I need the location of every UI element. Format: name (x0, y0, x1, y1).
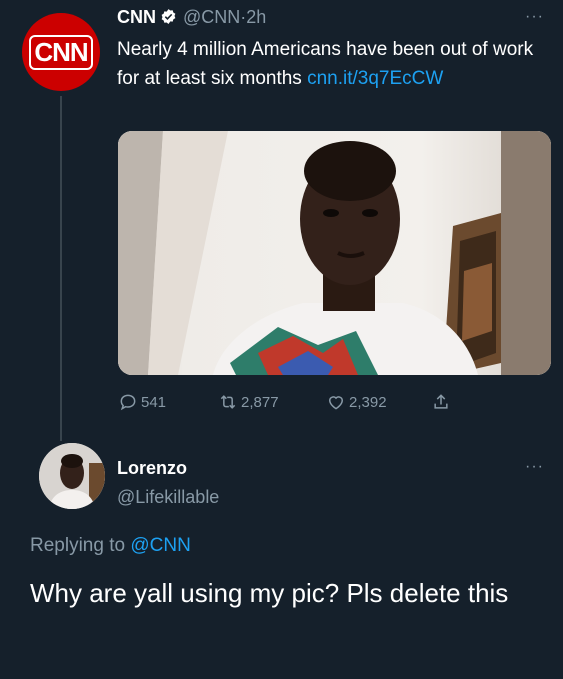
reply-icon (120, 394, 136, 411)
tweet-photo[interactable] (118, 131, 551, 375)
retweet-count: 2,877 (241, 393, 279, 411)
cnn-avatar[interactable]: CNN (22, 13, 100, 91)
author-handle[interactable]: @CNN (183, 7, 240, 27)
like-count: 2,392 (349, 393, 387, 411)
share-icon (434, 394, 448, 409)
tweet-time[interactable]: 2h (246, 7, 266, 27)
thread-line (60, 96, 62, 441)
reply-avatar[interactable] (39, 443, 105, 509)
reply-button[interactable]: 541 (118, 392, 166, 412)
replying-prefix: Replying to (30, 535, 126, 556)
reply-author-name[interactable]: Lorenzo (117, 458, 187, 479)
author-name[interactable]: CNN (117, 7, 156, 27)
more-icon[interactable]: ··· (525, 8, 544, 26)
tweet-link[interactable]: cnn.it/3q7EcCW (307, 68, 443, 89)
like-icon (328, 396, 344, 410)
photo-of-man (118, 131, 551, 375)
tweet-header: CNN @CNN·2h (117, 4, 266, 30)
retweet-icon (220, 395, 236, 409)
replying-mention[interactable]: @CNN (130, 535, 190, 556)
retweet-button[interactable]: 2,877 (218, 392, 279, 412)
verified-icon (161, 9, 176, 24)
cnn-logo-text: CNN (29, 34, 93, 70)
reply-text: Why are yall using my pic? Pls delete th… (30, 578, 509, 608)
avatar-photo (39, 443, 105, 509)
tweet-actions: 541 2,877 2,392 (118, 392, 498, 416)
share-button[interactable] (431, 392, 454, 412)
replying-to: Replying to @CNN (30, 535, 191, 557)
reply-author-handle[interactable]: @Lifekillable (117, 487, 219, 508)
reply-more-icon[interactable]: ··· (525, 458, 544, 476)
like-button[interactable]: 2,392 (326, 392, 387, 412)
reply-count: 541 (141, 393, 167, 411)
tweet-text: Nearly 4 million Americans have been out… (117, 35, 547, 93)
